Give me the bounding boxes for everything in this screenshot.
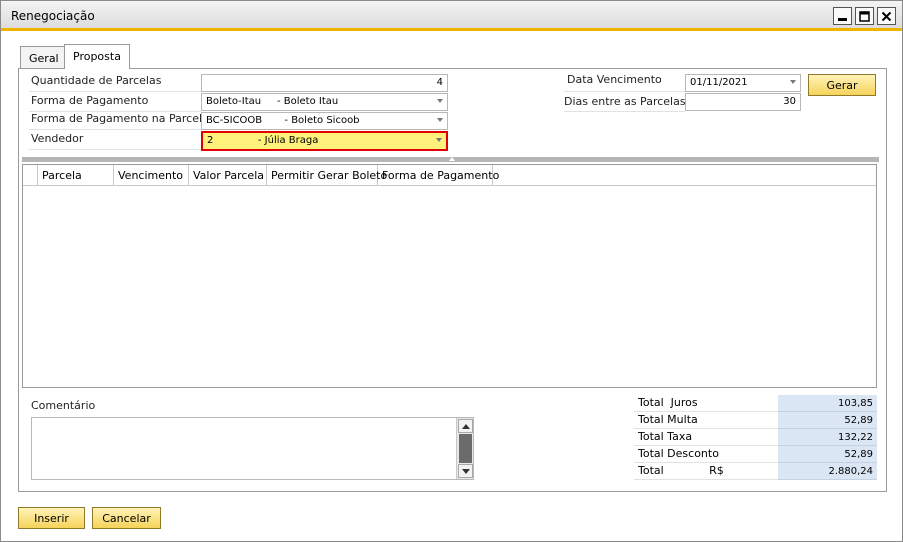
panel-splitter[interactable] — [22, 157, 879, 162]
label-divider — [29, 149, 201, 150]
forma-pagamento-parcela-value: BC-SICOOB - Boleto Sicoob — [206, 115, 360, 126]
minimize-icon — [838, 17, 847, 21]
arrow-down-icon — [461, 468, 470, 474]
tab-proposta[interactable]: Proposta — [64, 44, 130, 69]
minimize-button[interactable] — [833, 7, 852, 25]
inserir-button[interactable]: Inserir — [18, 507, 85, 529]
label-divider — [564, 111, 685, 112]
maximize-button[interactable] — [855, 7, 874, 25]
grid-row-selector-header — [23, 165, 38, 186]
tab-geral[interactable]: Geral — [20, 46, 68, 69]
data-vencimento-label: Data Vencimento — [567, 73, 662, 86]
column-header-forma-pagamento[interactable]: Forma de Pagamento — [378, 165, 499, 186]
scroll-down-button[interactable] — [458, 464, 473, 478]
dias-parcelas-label: Dias entre as Parcelas — [564, 95, 686, 108]
renegociacao-window: Renegociação Geral Proposta Quantidade d… — [0, 0, 903, 542]
quantidade-parcelas-label: Quantidade de Parcelas — [31, 74, 162, 87]
scroll-thumb[interactable] — [459, 434, 472, 463]
vendedor-label: Vendedor — [31, 132, 84, 145]
total-multa-label: Total Multa — [634, 412, 778, 429]
forma-pagamento-select[interactable]: Boleto-Itau - Boleto Itau — [201, 93, 448, 111]
chevron-down-icon — [790, 80, 796, 84]
close-button[interactable] — [877, 7, 896, 25]
vendedor-value: 2 - Júlia Braga — [207, 135, 319, 146]
forma-pagamento-parcela-label: Forma de Pagamento na Parcela — [31, 112, 209, 125]
column-header-parcela[interactable]: Parcela — [38, 165, 114, 186]
cancelar-button[interactable]: Cancelar — [92, 507, 161, 529]
vendedor-select[interactable]: 2 - Júlia Braga — [201, 131, 448, 151]
data-vencimento-value: 01/11/2021 — [690, 77, 748, 88]
chevron-up-icon — [449, 157, 455, 161]
chevron-down-icon — [437, 99, 443, 103]
data-vencimento-input[interactable]: 01/11/2021 — [685, 74, 801, 92]
total-desconto-label: Total Desconto — [634, 446, 778, 463]
dias-parcelas-input[interactable]: 30 — [685, 93, 801, 111]
total-taxa-label: Total Taxa — [634, 429, 778, 446]
total-desconto-value: 52,89 — [778, 446, 877, 463]
label-divider — [29, 91, 201, 92]
comentario-textarea[interactable] — [31, 417, 474, 480]
label-divider — [564, 91, 685, 92]
arrow-up-icon — [461, 423, 470, 429]
parcelas-grid[interactable]: Parcela Vencimento Valor Parcela Permiti… — [22, 164, 877, 388]
label-divider — [29, 129, 201, 130]
total-taxa-value: 132,22 — [778, 429, 877, 446]
title-bar[interactable]: Renegociação — [1, 1, 902, 31]
chevron-down-icon — [437, 118, 443, 122]
total-juros-value: 103,85 — [778, 395, 877, 412]
scroll-up-button[interactable] — [458, 419, 473, 433]
chevron-down-icon — [436, 138, 442, 142]
forma-pagamento-value: Boleto-Itau - Boleto Itau — [206, 96, 339, 107]
total-rs-label: Total R$ — [634, 463, 778, 480]
column-header-valor-parcela[interactable]: Valor Parcela — [189, 165, 267, 186]
grid-header: Parcela Vencimento Valor Parcela Permiti… — [23, 165, 876, 186]
gerar-button[interactable]: Gerar — [808, 74, 876, 96]
maximize-icon — [859, 10, 870, 22]
close-icon — [881, 11, 892, 21]
total-rs-value: 2.880,24 — [778, 463, 877, 480]
column-header-vencimento[interactable]: Vencimento — [114, 165, 189, 186]
column-header-permitir-gerar-boleto[interactable]: Permitir Gerar Boleto — [267, 165, 387, 186]
comentario-scrollbar[interactable] — [456, 418, 473, 479]
total-multa-value: 52,89 — [778, 412, 877, 429]
quantidade-parcelas-input[interactable]: 4 — [201, 74, 448, 92]
total-juros-label: Total Juros — [634, 395, 778, 412]
window-title: Renegociação — [11, 9, 95, 23]
forma-pagamento-parcela-select[interactable]: BC-SICOOB - Boleto Sicoob — [201, 112, 448, 130]
forma-pagamento-label: Forma de Pagamento — [31, 94, 149, 107]
comentario-label: Comentário — [31, 399, 96, 412]
